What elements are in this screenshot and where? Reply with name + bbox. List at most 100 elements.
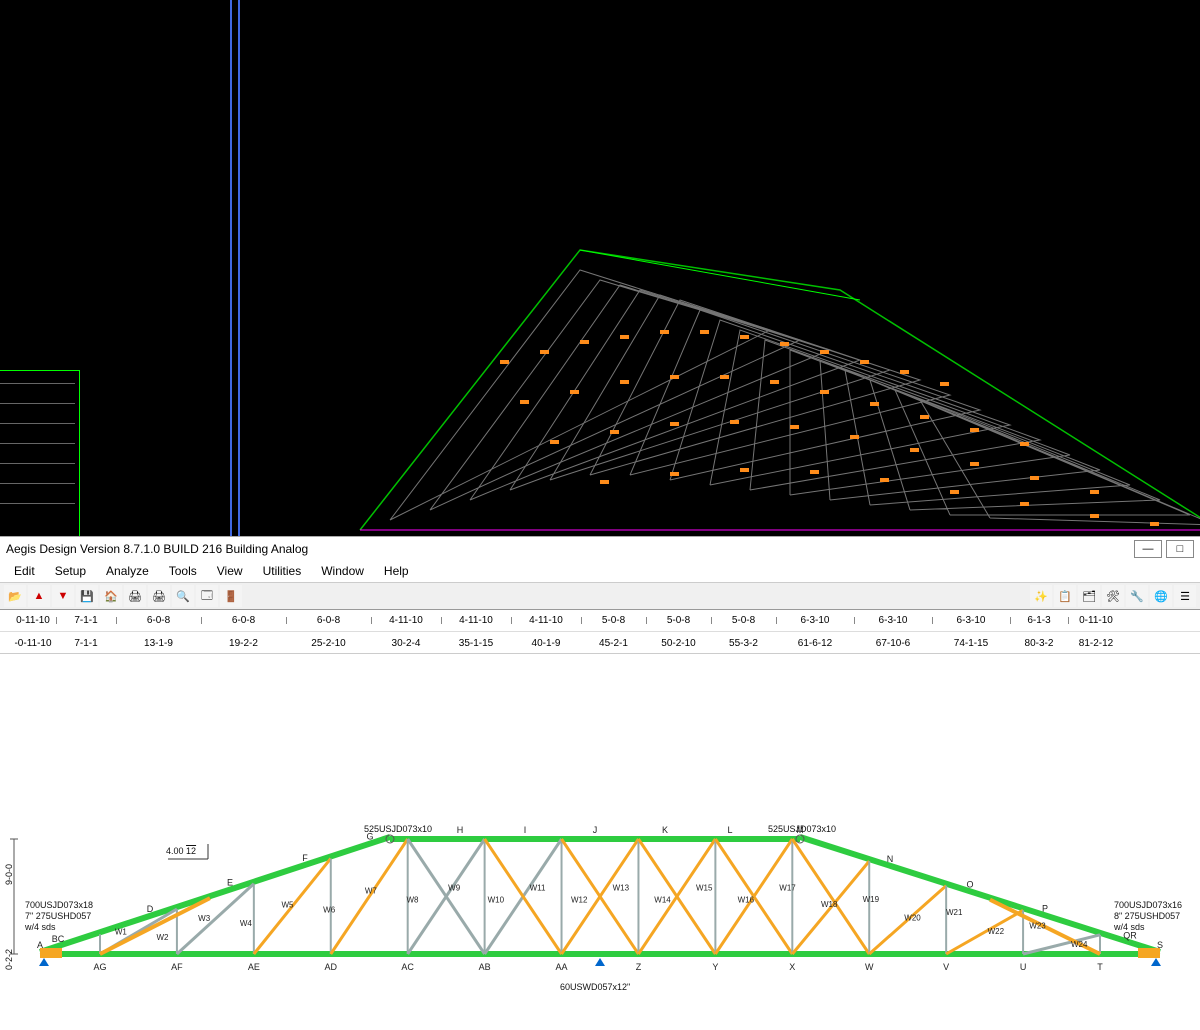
svg-text:W2: W2 <box>157 933 170 942</box>
svg-text:W5: W5 <box>282 900 295 909</box>
menu-window[interactable]: Window <box>313 562 372 580</box>
svg-text:D: D <box>147 904 154 914</box>
svg-text:W15: W15 <box>696 884 713 893</box>
minimize-button[interactable]: — <box>1134 540 1162 558</box>
dimension-cell: 6-3-10 <box>776 615 854 626</box>
dimension-cell: 40-1-9 <box>511 638 581 649</box>
dimension-cell: 5-0-8 <box>581 615 646 626</box>
svg-text:S: S <box>1157 940 1163 950</box>
dimension-cell: 6-3-10 <box>854 615 932 626</box>
svg-text:W6: W6 <box>323 905 336 914</box>
dimension-cell: 13-1-9 <box>116 638 201 649</box>
viewport-guide-line <box>238 0 240 536</box>
dimension-cell: 6-1-3 <box>1010 615 1068 626</box>
svg-text:U: U <box>1020 962 1027 972</box>
elevation-view[interactable]: 700USJD073x18 7" 275USHD057 w/4 sds 700U… <box>0 654 1200 1030</box>
dimension-cell: 80-3-2 <box>1010 638 1068 649</box>
svg-text:P: P <box>1042 903 1048 913</box>
svg-text:BC: BC <box>52 934 65 944</box>
dimension-cell: 50-2-10 <box>646 638 711 649</box>
layers-icon[interactable]: 🗂 <box>1078 585 1100 607</box>
svg-text:W7: W7 <box>365 887 378 896</box>
svg-text:X: X <box>789 962 795 972</box>
svg-text:V: V <box>943 962 949 972</box>
menu-analyze[interactable]: Analyze <box>98 562 157 580</box>
svg-text:W9: W9 <box>448 884 461 893</box>
svg-text:W23: W23 <box>1029 921 1046 930</box>
wrench-icon[interactable]: 🔧 <box>1126 585 1148 607</box>
svg-text:W21: W21 <box>946 908 963 917</box>
svg-text:W10: W10 <box>488 896 505 905</box>
dimension-cell: 7-1-1 <box>56 615 116 626</box>
dimension-cell: 19-2-2 <box>201 638 286 649</box>
dimension-cell: 5-0-8 <box>711 615 776 626</box>
dimension-cell: 6-0-8 <box>116 615 201 626</box>
dimension-cell: 81-2-12 <box>1068 638 1124 649</box>
dimension-cell: 61-6-12 <box>776 638 854 649</box>
dimension-cell: 35-1-15 <box>441 638 511 649</box>
truss-svg: W1W2W3W4W5W6W7W8W9W10W11W12W13W14W15W16W… <box>0 654 1200 1030</box>
dimension-cell: 7-1-1 <box>56 638 116 649</box>
world-icon[interactable]: 🗔 <box>196 585 218 607</box>
svg-text:W22: W22 <box>988 927 1005 936</box>
wizard-icon[interactable]: ✨ <box>1030 585 1052 607</box>
tri-down-icon[interactable]: ▼ <box>52 585 74 607</box>
dimension-cell: 0-11-10 <box>1068 615 1124 626</box>
dimension-cell: 6-0-8 <box>286 615 371 626</box>
svg-text:W4: W4 <box>240 919 253 928</box>
svg-text:K: K <box>662 825 668 835</box>
dimension-cell: 74-1-15 <box>932 638 1010 649</box>
menu-tools[interactable]: Tools <box>161 562 205 580</box>
save-icon[interactable]: 💾 <box>76 585 98 607</box>
roof-truss-3d <box>320 230 1200 536</box>
settings-icon[interactable]: 🛠 <box>1102 585 1124 607</box>
svg-text:W16: W16 <box>738 896 755 905</box>
svg-text:Z: Z <box>636 962 642 972</box>
svg-text:W13: W13 <box>613 884 630 893</box>
home-icon[interactable]: 🏠 <box>100 585 122 607</box>
3d-viewport[interactable] <box>0 0 1200 536</box>
tri-up-icon[interactable]: ▲ <box>28 585 50 607</box>
dimension-ruler: 0-11-107-1-16-0-86-0-86-0-84-11-104-11-1… <box>0 610 1200 654</box>
svg-text:A: A <box>37 940 43 950</box>
globe-icon[interactable]: 🌐 <box>1150 585 1172 607</box>
svg-text:F: F <box>302 853 308 863</box>
maximize-button[interactable]: □ <box>1166 540 1194 558</box>
menu-edit[interactable]: Edit <box>6 562 43 580</box>
svg-text:AB: AB <box>479 962 491 972</box>
svg-text:QR: QR <box>1123 930 1137 940</box>
options-icon[interactable]: 📋 <box>1054 585 1076 607</box>
exit-icon[interactable]: 🚪 <box>220 585 242 607</box>
dimension-cell: 5-0-8 <box>646 615 711 626</box>
dimension-cell: 4-11-10 <box>511 615 581 626</box>
svg-text:W11: W11 <box>530 884 546 893</box>
dimension-cell: 30-2-4 <box>371 638 441 649</box>
dimension-cell: 6-3-10 <box>932 615 1010 626</box>
svg-text:Y: Y <box>712 962 718 972</box>
viewport-guide-line <box>230 0 232 536</box>
svg-text:W: W <box>865 962 874 972</box>
open-icon[interactable]: 📂 <box>4 585 26 607</box>
menu-view[interactable]: View <box>209 562 251 580</box>
svg-text:W3: W3 <box>198 914 211 923</box>
dimension-cell: 67-10-6 <box>854 638 932 649</box>
svg-text:M: M <box>796 825 804 835</box>
print-preview-icon[interactable]: 🖨 <box>148 585 170 607</box>
print-icon[interactable]: 🖨 <box>124 585 146 607</box>
svg-text:AG: AG <box>93 962 106 972</box>
svg-text:AA: AA <box>556 962 568 972</box>
svg-text:W8: W8 <box>407 896 420 905</box>
svg-text:W24: W24 <box>1071 940 1088 949</box>
svg-text:N: N <box>887 854 894 864</box>
dimension-cell: 4-11-10 <box>441 615 511 626</box>
svg-text:J: J <box>593 825 598 835</box>
menu-setup[interactable]: Setup <box>47 562 94 580</box>
menu-utilities[interactable]: Utilities <box>255 562 310 580</box>
svg-text:W19: W19 <box>863 895 880 904</box>
page-preview-icon[interactable]: 🔍 <box>172 585 194 607</box>
svg-text:AE: AE <box>248 962 260 972</box>
menu-icon[interactable]: ☰ <box>1174 585 1196 607</box>
menu-help[interactable]: Help <box>376 562 417 580</box>
dimension-cell: 6-0-8 <box>201 615 286 626</box>
svg-text:O: O <box>966 879 973 889</box>
